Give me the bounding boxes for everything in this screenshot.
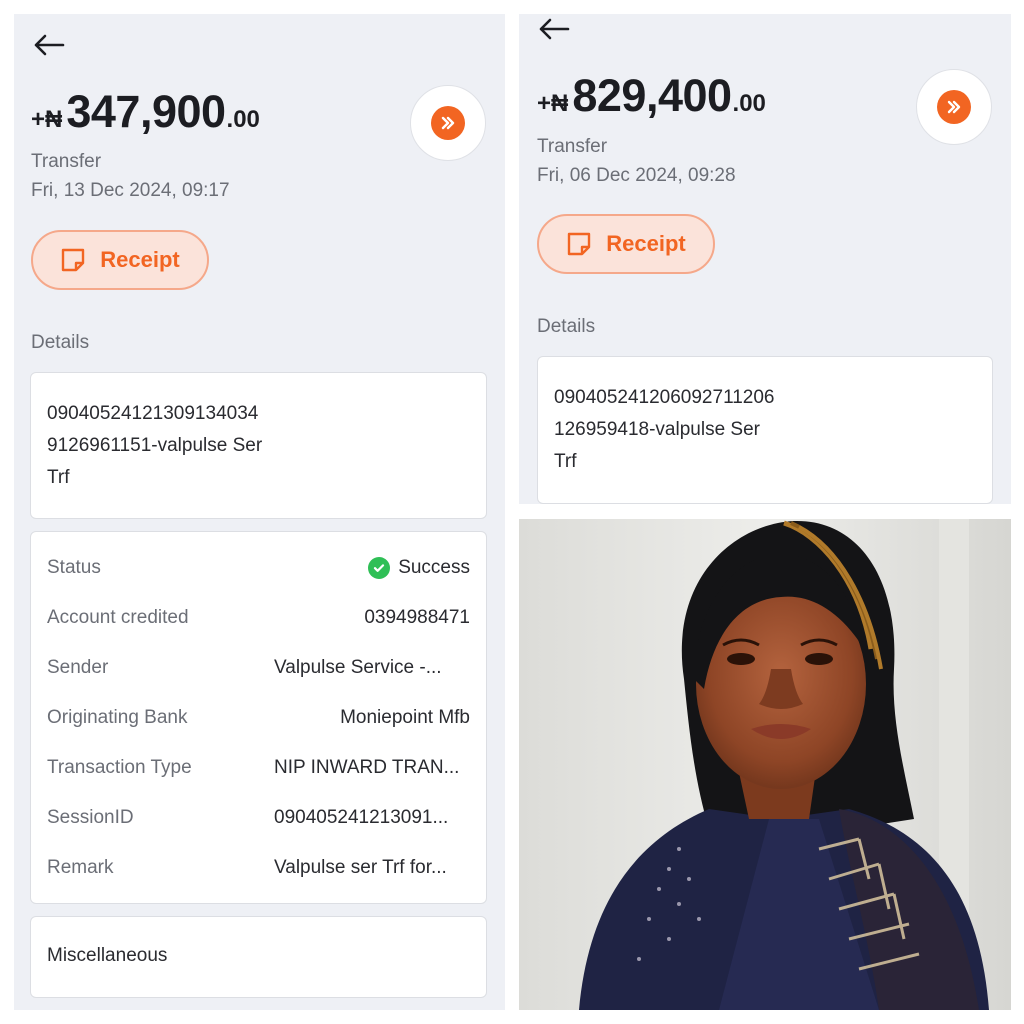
left-transaction-screen: +₦ 347,900 .00 Transfer Fri, 13 Dec 2024… [14, 14, 505, 1010]
amount-sign: +₦ [31, 106, 63, 133]
status-label: Status [47, 557, 101, 578]
double-chevron-right-icon [937, 90, 971, 124]
details-card: 090405241206092711206 126959418-valpulse… [537, 356, 993, 504]
details-line: 9126961151-valpulse Ser [47, 435, 263, 456]
originating-bank-label: Originating Bank [47, 707, 188, 728]
session-id-value: 090405241213091... [274, 807, 449, 828]
receipt-button[interactable]: Receipt [537, 214, 715, 274]
sender-label: Sender [47, 657, 109, 678]
status-row: Status Success [47, 553, 470, 583]
details-card: 09040524121309134034 9126961151-valpulse… [30, 372, 487, 519]
check-circle-icon [368, 557, 391, 579]
sender-value: Valpulse Service -... [274, 657, 442, 678]
transaction-datetime: Fri, 13 Dec 2024, 09:17 [31, 180, 230, 201]
account-credited-row: Account credited 0394988471 [47, 603, 470, 633]
portrait-photo [519, 519, 1011, 1010]
transaction-type-row: Transaction Type NIP INWARD TRAN... [47, 753, 470, 783]
receipt-button-label: Receipt [100, 247, 180, 272]
details-line: Trf [554, 451, 577, 472]
remark-value: Valpulse ser Trf for... [274, 857, 447, 878]
transaction-meta: Transfer Fri, 06 Dec 2024, 09:28 [537, 132, 736, 190]
account-credited-value: 0394988471 [364, 607, 470, 628]
forward-button[interactable] [916, 69, 992, 145]
transaction-info-card: Status Success Account credited 03949884… [30, 531, 487, 904]
transaction-type-label: Transaction Type [47, 757, 192, 778]
forward-button[interactable] [410, 85, 486, 161]
details-line: 09040524121309134034 [47, 403, 259, 424]
receipt-button[interactable]: Receipt [31, 230, 209, 290]
back-arrow-icon[interactable] [32, 32, 66, 58]
details-label: Details [31, 332, 90, 353]
amount-decimal: .00 [226, 106, 260, 133]
miscellaneous-card[interactable]: Miscellaneous [30, 916, 487, 998]
originating-bank-row: Originating Bank Moniepoint Mfb [47, 703, 470, 733]
session-id-label: SessionID [47, 807, 134, 828]
account-credited-label: Account credited [47, 607, 189, 628]
amount: +₦ 829,400 .00 [537, 70, 766, 122]
transaction-type: Transfer [31, 151, 102, 172]
receipt-note-icon [568, 232, 591, 256]
amount: +₦ 347,900 .00 [31, 86, 260, 138]
transaction-datetime: Fri, 06 Dec 2024, 09:28 [537, 165, 736, 186]
transaction-meta: Transfer Fri, 13 Dec 2024, 09:17 [31, 147, 230, 205]
remark-label: Remark [47, 857, 114, 878]
portrait-image [519, 519, 1011, 1010]
back-arrow-icon[interactable] [537, 16, 571, 42]
sender-row: Sender Valpulse Service -... [47, 653, 470, 683]
amount-integer: 829,400 [572, 70, 732, 121]
transaction-type-value: NIP INWARD TRAN... [274, 757, 460, 778]
double-chevron-right-icon [431, 106, 465, 140]
originating-bank-value: Moniepoint Mfb [340, 707, 470, 728]
session-id-row: SessionID 090405241213091... [47, 803, 470, 833]
details-line: Trf [47, 467, 70, 488]
amount-decimal: .00 [732, 90, 766, 117]
receipt-button-label: Receipt [606, 231, 686, 256]
miscellaneous-label: Miscellaneous [47, 945, 168, 966]
details-line: 090405241206092711206 [554, 387, 775, 408]
amount-sign: +₦ [537, 90, 569, 117]
receipt-note-icon [62, 248, 85, 272]
remark-row: Remark Valpulse ser Trf for... [47, 853, 470, 883]
transaction-type: Transfer [537, 136, 608, 157]
status-value: Success [368, 557, 470, 579]
status-text: Success [398, 557, 470, 578]
right-transaction-screen: +₦ 829,400 .00 Transfer Fri, 06 Dec 2024… [519, 14, 1011, 504]
details-line: 126959418-valpulse Ser [554, 419, 760, 440]
amount-integer: 347,900 [66, 86, 226, 137]
details-label: Details [537, 316, 596, 337]
